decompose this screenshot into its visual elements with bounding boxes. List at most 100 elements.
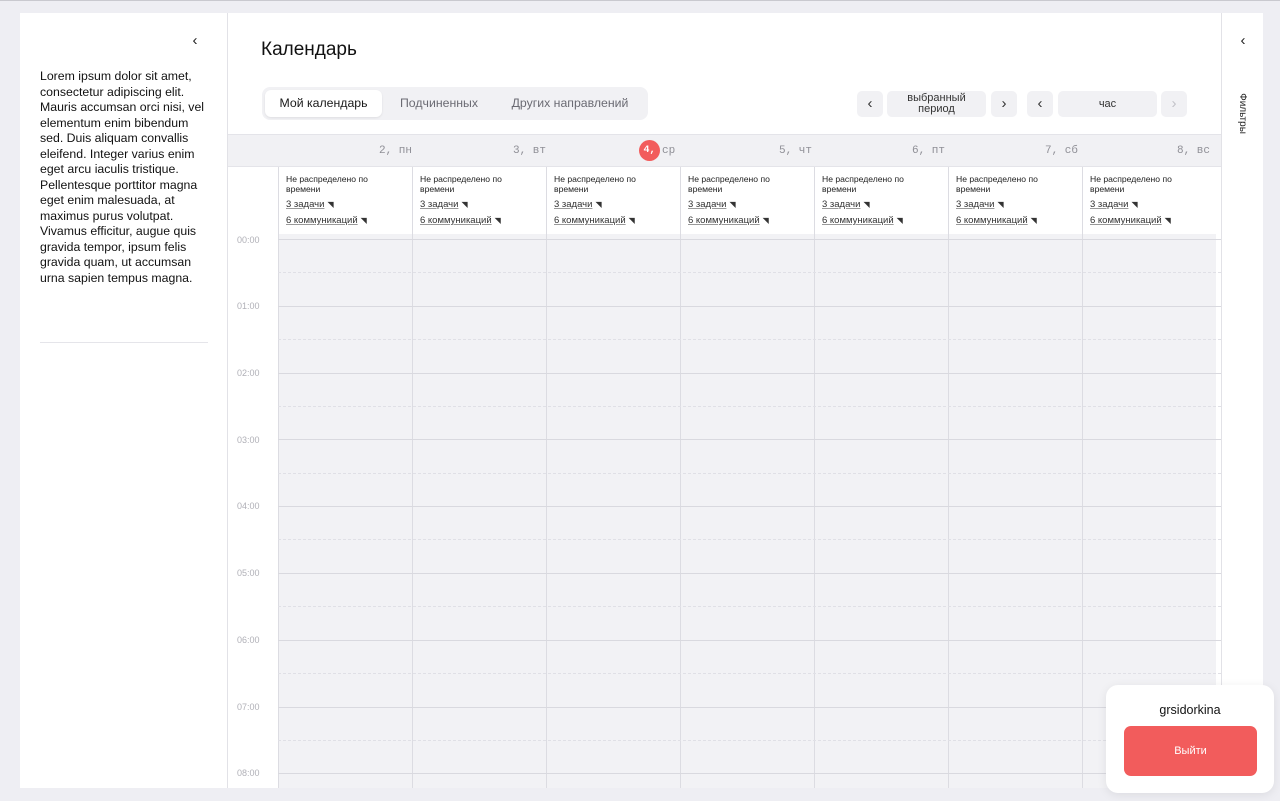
communications-link[interactable]: 6 коммуникаций ◥ — [822, 215, 948, 227]
hour-line — [278, 573, 1221, 574]
unscheduled-summary: Не распределено по времени 3 задачи ◥ 6 к… — [815, 167, 948, 234]
period-select[interactable]: выбранный период — [887, 91, 986, 117]
hour-line — [278, 707, 1221, 708]
hour-label: 07:00 — [237, 702, 260, 712]
filters-toggle[interactable]: Фильтры — [1224, 83, 1260, 143]
unscheduled-title: Не распределено по времени — [420, 174, 502, 194]
unscheduled-title: Не распределено по времени — [688, 174, 770, 194]
scale-next-button[interactable]: › — [1161, 91, 1187, 117]
hour-label: 01:00 — [237, 301, 260, 311]
calendar-tabs: Мой календарь Подчиненных Других направл… — [262, 87, 648, 120]
unscheduled-title: Не распределено по времени — [554, 174, 636, 194]
scale-label: час — [1098, 97, 1117, 110]
user-card: grsidorkina Выйти — [1106, 685, 1274, 793]
communications-link[interactable]: 6 коммуникаций ◥ — [554, 215, 680, 227]
day-grid[interactable] — [949, 234, 1082, 788]
hour-line — [278, 506, 1221, 507]
tasks-link[interactable]: 3 задачи ◥ — [822, 199, 948, 211]
day-grid[interactable] — [815, 234, 948, 788]
hour-line — [278, 439, 1221, 440]
communications-link[interactable]: 6 коммуникаций ◥ — [286, 215, 412, 227]
day-label-thu: 5, чт — [779, 145, 813, 157]
tasks-link[interactable]: 3 задачи ◥ — [956, 199, 1082, 211]
day-label-sun: 8, вс — [1177, 145, 1211, 157]
hour-label: 04:00 — [237, 501, 260, 511]
tab-my-calendar[interactable]: Мой календарь — [265, 90, 382, 117]
hour-label: 02:00 — [237, 368, 260, 378]
tasks-link[interactable]: 3 задачи ◥ — [420, 199, 546, 211]
unscheduled-title: Не распределено по времени — [1090, 174, 1172, 194]
unscheduled-summary: Не распределено по времени 3 задачи ◥ 6 к… — [1083, 167, 1216, 234]
tasks-link[interactable]: 3 задачи ◥ — [554, 199, 680, 211]
arrow-up-right-icon: ◥ — [628, 216, 635, 225]
half-hour-line — [278, 606, 1221, 607]
hour-label: 05:00 — [237, 568, 260, 578]
day-column-fri: Не распределено по времени 3 задачи ◥ 6 к… — [814, 167, 948, 788]
unscheduled-summary: Не распределено по времени 3 задачи ◥ 6 к… — [949, 167, 1082, 234]
period-prev-button[interactable]: ‹ — [857, 91, 883, 117]
unscheduled-summary: Не распределено по времени 3 задачи ◥ 6 к… — [413, 167, 546, 234]
sidebar-collapse-button[interactable]: ‹ — [188, 33, 202, 49]
communications-link[interactable]: 6 коммуникаций ◥ — [956, 215, 1082, 227]
communications-link[interactable]: 6 коммуникаций ◥ — [688, 215, 814, 227]
period-next-button[interactable]: › — [991, 91, 1017, 117]
day-grid[interactable] — [681, 234, 814, 788]
hour-line — [278, 306, 1221, 307]
filters-collapse-button[interactable]: ‹ — [1236, 33, 1250, 49]
unscheduled-title: Не распределено по времени — [286, 174, 368, 194]
logout-button[interactable]: Выйти — [1124, 726, 1257, 776]
hour-label: 08:00 — [237, 768, 260, 778]
today-badge: 4, — [639, 140, 660, 161]
hour-label: 00:00 — [237, 235, 260, 245]
unscheduled-summary: Не распределено по времени 3 задачи ◥ 6 к… — [279, 167, 412, 234]
chevron-left-icon: ‹ — [1240, 32, 1246, 49]
arrow-up-right-icon: ◥ — [1131, 200, 1138, 209]
unscheduled-summary: Не распределено по времени 3 задачи ◥ 6 к… — [681, 167, 814, 234]
day-grid[interactable] — [279, 234, 412, 788]
day-label-wed-weekday: ср — [662, 145, 676, 157]
unscheduled-title: Не распределено по времени — [956, 174, 1038, 194]
half-hour-line — [278, 473, 1221, 474]
chevron-right-icon: › — [1171, 95, 1177, 112]
unscheduled-title: Не распределено по времени — [822, 174, 904, 194]
day-header-row: 2, пн 3, вт ср 5, чт 6, пт 7, сб 8, вс — [228, 134, 1221, 167]
chevron-right-icon: › — [1001, 95, 1007, 112]
arrow-up-right-icon: ◥ — [595, 200, 602, 209]
arrow-up-right-icon: ◥ — [360, 216, 367, 225]
day-label-fri: 6, пт — [912, 145, 946, 157]
arrow-up-right-icon: ◥ — [1164, 216, 1171, 225]
day-column-wed: Не распределено по времени 3 задачи ◥ 6 к… — [546, 167, 680, 788]
day-column-tue: Не распределено по времени 3 задачи ◥ 6 к… — [412, 167, 546, 788]
day-column-thu: Не распределено по времени 3 задачи ◥ 6 к… — [680, 167, 814, 788]
day-grid[interactable] — [413, 234, 546, 788]
arrow-up-right-icon: ◥ — [494, 216, 501, 225]
hour-line — [278, 640, 1221, 641]
day-column-sat: Не распределено по времени 3 задачи ◥ 6 к… — [948, 167, 1082, 788]
tasks-link[interactable]: 3 задачи ◥ — [688, 199, 814, 211]
filters-panel: ‹ Фильтры — [1221, 13, 1263, 788]
half-hour-line — [278, 272, 1221, 273]
arrow-up-right-icon: ◥ — [997, 200, 1004, 209]
tasks-link[interactable]: 3 задачи ◥ — [286, 199, 412, 211]
tasks-link[interactable]: 3 задачи ◥ — [1090, 199, 1216, 211]
scale-prev-button[interactable]: ‹ — [1027, 91, 1053, 117]
day-label-sat: 7, сб — [1045, 145, 1079, 157]
scale-select[interactable]: час — [1058, 91, 1157, 117]
hour-label: 03:00 — [237, 435, 260, 445]
arrow-up-right-icon: ◥ — [461, 200, 468, 209]
left-sidebar: ‹ Lorem ipsum dolor sit amet, consectetu… — [20, 13, 228, 788]
day-grid[interactable] — [547, 234, 680, 788]
half-hour-line — [278, 673, 1221, 674]
tab-subordinates[interactable]: Подчиненных — [386, 90, 492, 117]
chevron-left-icon: ‹ — [1037, 95, 1043, 112]
hour-line — [278, 239, 1221, 240]
chevron-left-icon: ‹ — [192, 32, 198, 49]
sidebar-text: Lorem ipsum dolor sit amet, consectetur … — [40, 69, 205, 285]
communications-link[interactable]: 6 коммуникаций ◥ — [1090, 215, 1216, 227]
unscheduled-summary: Не распределено по времени 3 задачи ◥ 6 к… — [547, 167, 680, 234]
communications-link[interactable]: 6 коммуникаций ◥ — [420, 215, 546, 227]
page-title: Календарь — [261, 39, 357, 60]
tab-other-directions[interactable]: Других направлений — [496, 90, 644, 117]
hour-line — [278, 373, 1221, 374]
arrow-up-right-icon: ◥ — [863, 200, 870, 209]
